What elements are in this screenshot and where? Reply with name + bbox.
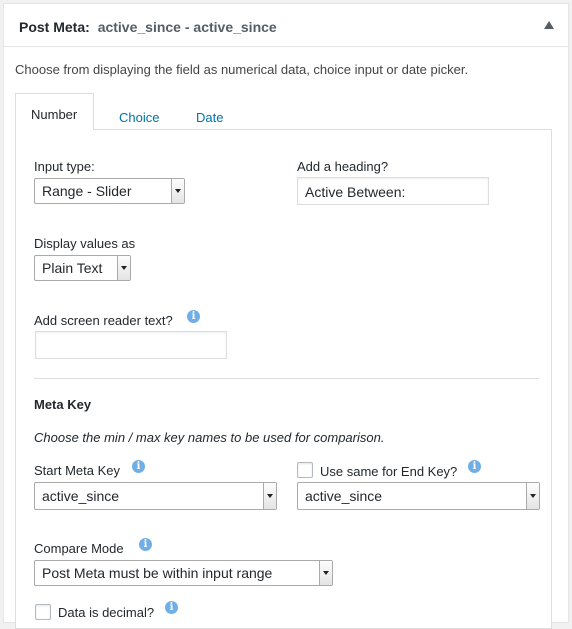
triangle-up-icon[interactable] [544,21,554,29]
chevron-down-icon [526,483,539,509]
use-same-label: Use same for End Key? [320,464,458,479]
info-icon[interactable]: i [187,310,200,323]
display-values-label: Display values as [34,236,136,251]
info-icon[interactable]: i [468,460,481,473]
chevron-down-icon [263,483,276,509]
section-divider [34,378,539,379]
info-icon[interactable]: i [139,538,152,551]
panel-title: Post Meta: active_since - active_since [19,19,277,35]
end-meta-key-select[interactable]: active_since [297,482,540,510]
display-values-select[interactable]: Plain Text [34,255,131,281]
input-type-select[interactable]: Range - Slider [34,178,185,204]
chevron-down-icon [319,561,332,585]
data-decimal-checkbox[interactable] [35,604,51,620]
display-values-value: Plain Text [42,260,103,276]
compare-mode-value: Post Meta must be within input range [42,565,273,581]
info-icon[interactable]: i [132,460,145,473]
intro-text: Choose from displaying the field as nume… [15,62,469,77]
tab-date[interactable]: Date [196,110,223,125]
compare-mode-select[interactable]: Post Meta must be within input range [34,560,333,586]
chevron-down-icon [117,256,130,280]
info-icon[interactable]: i [165,601,178,614]
heading-input[interactable]: Active Between: [297,177,489,205]
start-meta-key-select[interactable]: active_since [34,482,277,510]
end-meta-key-value: active_since [305,488,383,504]
panel-title-value: active_since - active_since [97,19,277,35]
compare-mode-label: Compare Mode [34,541,124,556]
input-type-label: Input type: [34,159,95,174]
meta-key-heading: Meta Key [34,397,92,412]
data-decimal-label: Data is decimal? [58,605,155,620]
screen-reader-input[interactable] [35,331,227,359]
panel-title-label: Post Meta: [19,19,90,35]
use-same-checkbox[interactable] [297,462,313,478]
chevron-down-icon [171,179,184,203]
screen-reader-label: Add screen reader text? [34,313,173,328]
panel-header[interactable]: Post Meta: active_since - active_since [4,4,568,47]
meta-key-description: Choose the min / max key names to be use… [34,430,385,445]
input-type-value: Range - Slider [42,183,132,199]
heading-value: Active Between: [305,184,406,200]
heading-label: Add a heading? [297,159,389,174]
tab-number[interactable]: Number [15,93,94,130]
tab-choice[interactable]: Choice [119,110,159,125]
start-meta-key-value: active_since [42,488,120,504]
start-meta-key-label: Start Meta Key [34,463,120,478]
